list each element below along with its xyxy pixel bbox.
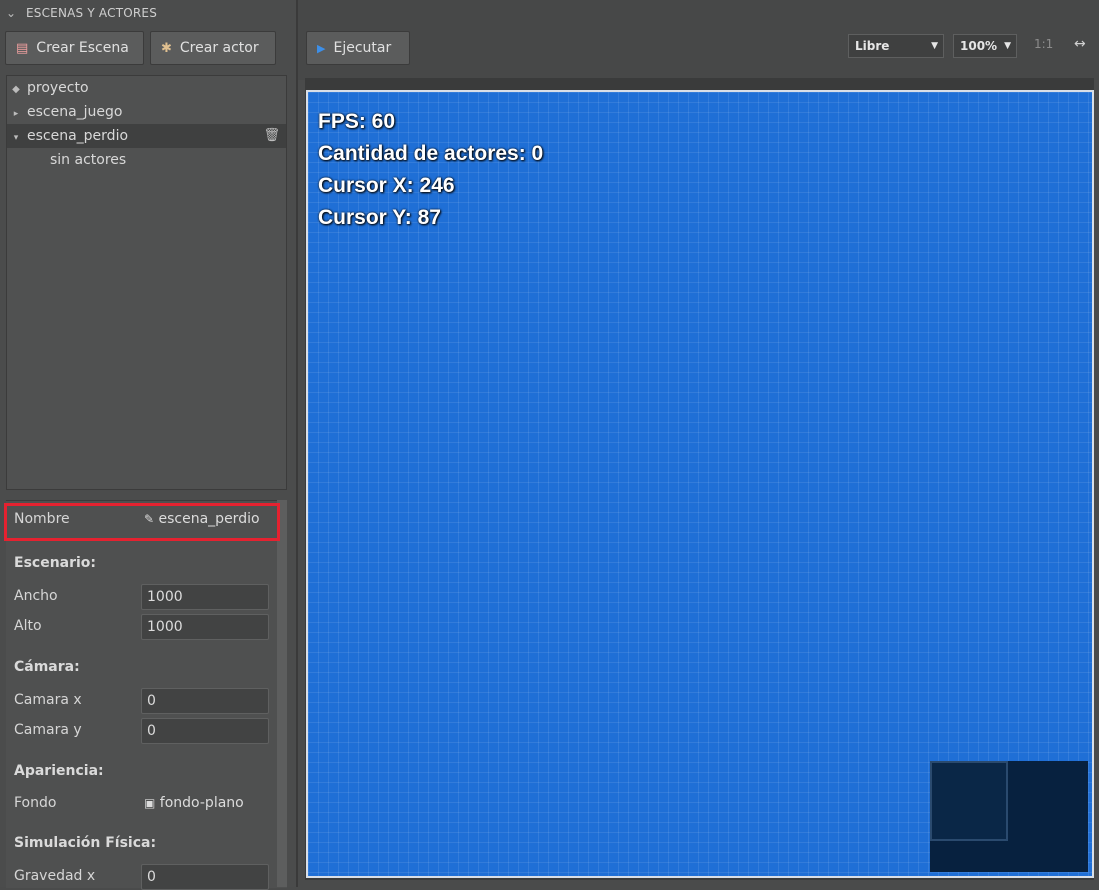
section-title: ESCENAS Y ACTORES <box>26 6 158 20</box>
camera-y-label: Camara y <box>14 722 82 738</box>
cursor-y-text: Cursor Y: 87 <box>318 206 441 229</box>
trash-icon[interactable]: 🗑 <box>263 124 280 148</box>
tree-item-label: escena_juego <box>27 104 123 120</box>
physics-heading: Simulación Física: <box>14 835 157 851</box>
scene-tree: ◆ proyecto ▸ escena_juego ▾ escena_perdio 🗑… <box>6 75 287 490</box>
name-value: escena_perdio <box>158 511 260 527</box>
height-label: Alto <box>14 618 42 634</box>
create-scene-button[interactable]: ▤ Crear Escena <box>5 31 144 65</box>
camera-x-input[interactable]: 0 <box>141 688 269 714</box>
name-label: Nombre <box>14 511 70 527</box>
tree-item-scene[interactable]: ▸ escena_juego <box>7 100 286 124</box>
fps-text: FPS: 60 <box>318 110 396 133</box>
background-value: fondo-plano <box>159 795 244 811</box>
zoom-select-value: 100% <box>960 39 998 53</box>
camera-x-label: Camara x <box>14 692 82 708</box>
minimap[interactable] <box>930 761 1088 872</box>
properties-scrollbar[interactable] <box>277 500 287 887</box>
appearance-heading: Apariencia: <box>14 763 104 779</box>
actor-icon: ✱ <box>161 40 172 56</box>
camera-y-input[interactable]: 0 <box>141 718 269 744</box>
diamond-icon: ◆ <box>12 84 20 95</box>
minimap-viewport[interactable] <box>930 761 1008 841</box>
scene-canvas[interactable]: FPS: 60 Cantidad de actores: 0 Cursor X:… <box>306 90 1094 878</box>
zoom-select[interactable]: 100% ▼ <box>953 34 1017 58</box>
panel-divider[interactable] <box>296 0 298 887</box>
chevron-down-icon: ⌄ <box>6 6 17 20</box>
fit-width-icon[interactable]: ↔ <box>1074 36 1086 52</box>
gravity-x-input[interactable]: 0 <box>141 864 269 890</box>
actor-count-text: Cantidad de actores: 0 <box>318 142 544 165</box>
tree-item-label: escena_perdio <box>27 128 129 144</box>
width-input[interactable]: 1000 <box>141 584 269 610</box>
cursor-x-text: Cursor X: 246 <box>318 174 455 197</box>
create-scene-label: Crear Escena <box>36 40 129 56</box>
create-actor-button[interactable]: ✱ Crear actor <box>150 31 276 65</box>
image-icon: ▣ <box>144 796 156 810</box>
dropdown-arrow-icon: ▼ <box>1004 41 1011 51</box>
pencil-icon: ✎ <box>144 512 155 526</box>
play-icon: ▶ <box>317 41 326 55</box>
triangle-down-icon: ▾ <box>13 133 19 143</box>
scenario-heading: Escenario: <box>14 555 97 571</box>
dropdown-arrow-icon: ▼ <box>931 41 938 51</box>
camera-heading: Cámara: <box>14 659 80 675</box>
name-field[interactable]: ✎ escena_perdio <box>144 511 260 527</box>
create-actor-label: Crear actor <box>179 40 259 56</box>
height-input[interactable]: 1000 <box>141 614 269 640</box>
mode-select[interactable]: Libre ▼ <box>848 34 944 58</box>
gravity-x-label: Gravedad x <box>14 868 96 884</box>
section-header[interactable]: ⌄ ESCENAS Y ACTORES <box>6 6 157 20</box>
background-label: Fondo <box>14 795 57 811</box>
tree-item-label: proyecto <box>27 80 89 96</box>
tree-item-scene-selected[interactable]: ▾ escena_perdio 🗑 <box>7 124 286 148</box>
run-label: Ejecutar <box>333 40 392 56</box>
ratio-button[interactable]: 1:1 <box>1034 37 1053 51</box>
tree-item-project[interactable]: ◆ proyecto <box>7 76 286 100</box>
background-field[interactable]: ▣ fondo-plano <box>144 795 244 811</box>
mode-select-value: Libre <box>855 39 890 53</box>
run-button[interactable]: ▶ Ejecutar <box>306 31 410 65</box>
tree-empty-label: sin actores <box>50 152 127 168</box>
triangle-right-icon: ▸ <box>13 109 19 119</box>
scene-icon: ▤ <box>16 40 29 56</box>
width-label: Ancho <box>14 588 58 604</box>
